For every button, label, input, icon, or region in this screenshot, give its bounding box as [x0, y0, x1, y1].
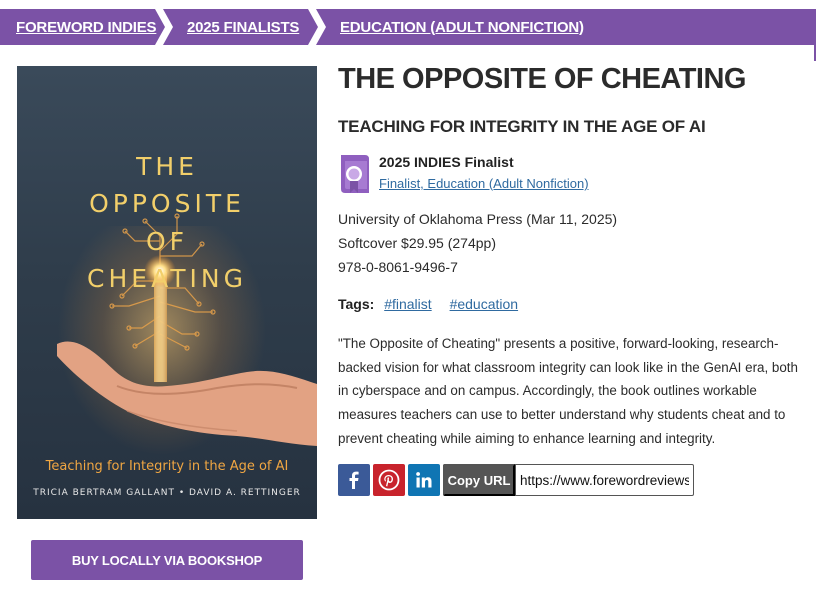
award-category-link[interactable]: Finalist, Education (Adult Nonfiction) [379, 176, 589, 191]
linkedin-icon [416, 472, 432, 488]
tags-label: Tags: [338, 296, 375, 312]
book-description: "The Opposite of Cheating" presents a po… [338, 336, 798, 446]
tag-finalist[interactable]: #finalist [384, 296, 431, 312]
tag-education[interactable]: #education [450, 296, 519, 312]
book-subtitle: TEACHING FOR INTEGRITY IN THE AGE OF AI [338, 117, 706, 136]
cover-subtitle: Teaching for Integrity in the Age of AI [45, 459, 289, 474]
breadcrumb-2025-finalists[interactable]: 2025 FINALISTS [187, 9, 299, 45]
award-title: 2025 INDIES Finalist [379, 154, 514, 170]
isbn: 978-0-8061-9496-7 [338, 259, 458, 275]
publisher-info: University of Oklahoma Press (Mar 11, 20… [338, 211, 618, 227]
format-price: Softcover $29.95 (274pp) [338, 235, 496, 251]
chevron-right-icon [155, 9, 173, 45]
share-url-field[interactable] [515, 464, 694, 496]
cover-title-line: CHEATING [87, 264, 247, 293]
facebook-share-button[interactable] [338, 464, 370, 496]
tags-row: Tags: #finalist #education [338, 296, 532, 312]
book-cover-image: THE OPPOSITE OF CHEATING Teaching for In… [17, 66, 317, 519]
breadcrumb-education-adult-nonfiction[interactable]: EDUCATION (ADULT NONFICTION) [340, 9, 584, 45]
breadcrumb: FOREWORD INDIES 2025 FINALISTS EDUCATION… [0, 9, 816, 61]
chevron-right-icon [308, 9, 326, 45]
pinterest-icon [378, 469, 400, 491]
book-title: THE OPPOSITE OF CHEATING [338, 63, 747, 95]
linkedin-share-button[interactable] [408, 464, 440, 496]
breadcrumb-foreword-indies[interactable]: FOREWORD INDIES [16, 9, 157, 45]
buy-locally-button[interactable]: BUY LOCALLY VIA BOOKSHOP [31, 540, 303, 580]
cover-title-line: THE [136, 152, 198, 181]
cover-title-line: OF [145, 227, 189, 256]
copy-url-button[interactable]: Copy URL [443, 464, 515, 496]
facebook-icon [349, 471, 359, 489]
cover-title-line: OPPOSITE [89, 189, 245, 218]
award-book-icon [341, 155, 369, 193]
cover-authors: TRICIA BERTRAM GALLANT • DAVID A. RETTIN… [33, 488, 301, 498]
pinterest-share-button[interactable] [373, 464, 405, 496]
